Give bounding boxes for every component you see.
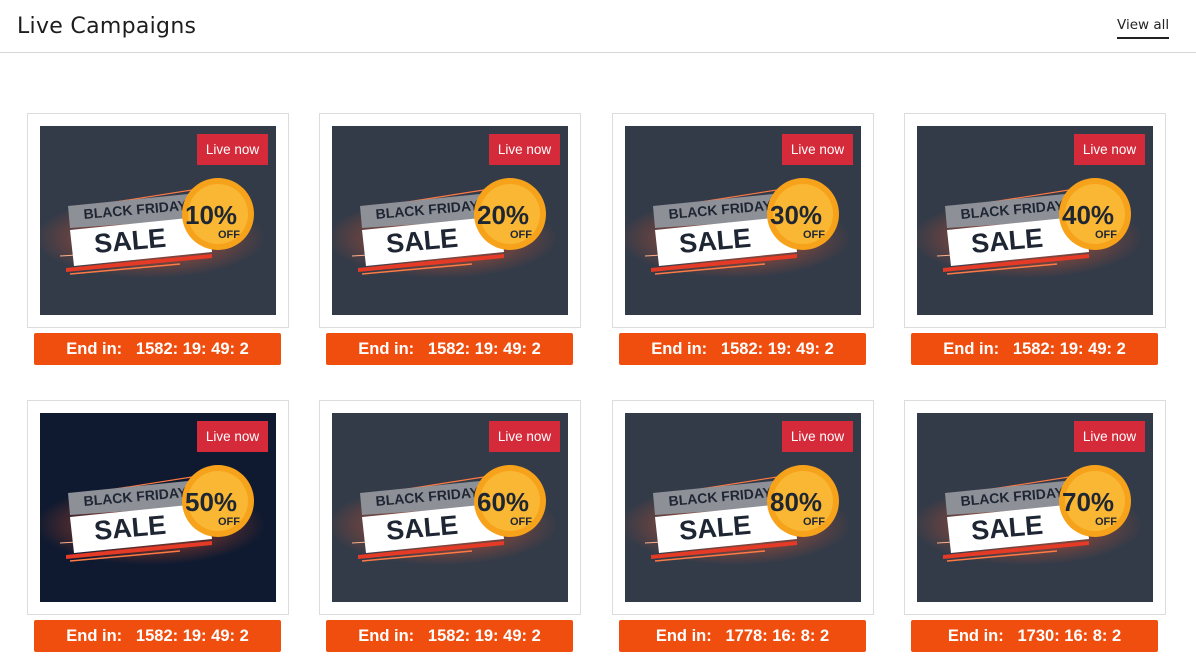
campaign-frame: BLACK FRIDAY SALE 20% OFF Live now (319, 113, 581, 328)
campaign-frame: BLACK FRIDAY SALE 80% OFF Live now (612, 400, 874, 615)
view-all-link[interactable]: View all (1117, 17, 1170, 39)
banner-line2-text: SALE (970, 223, 1044, 259)
timer-value: 1582: 19: 49: 2 (135, 627, 249, 645)
timer-label: End in: (358, 340, 415, 358)
banner-line2-text: SALE (678, 223, 752, 259)
live-now-badge[interactable]: Live now (197, 134, 268, 165)
timer-value: 1582: 19: 49: 2 (1012, 340, 1126, 358)
campaign-frame: BLACK FRIDAY SALE 70% OFF Live now (904, 400, 1166, 615)
discount-percent-text: 70% (1062, 487, 1114, 517)
campaign-banner-image[interactable]: BLACK FRIDAY SALE 60% OFF Live now (332, 413, 568, 602)
campaign-banner-image[interactable]: BLACK FRIDAY SALE 50% OFF Live now (40, 413, 276, 602)
timer-value: 1582: 19: 49: 2 (427, 340, 541, 358)
live-now-badge[interactable]: Live now (197, 421, 268, 452)
discount-percent-text: 60% (477, 487, 529, 517)
countdown-timer: End in: 1582: 19: 49: 2 (326, 620, 573, 652)
discount-percent-text: 40% (1062, 200, 1114, 230)
page-title: Live Campaigns (17, 14, 197, 39)
countdown-timer: End in: 1730: 16: 8: 2 (911, 620, 1158, 652)
countdown-timer: End in: 1582: 19: 49: 2 (619, 333, 866, 365)
live-now-badge[interactable]: Live now (782, 134, 853, 165)
timer-label: End in: (651, 340, 708, 358)
timer-value: 1778: 16: 8: 2 (725, 627, 830, 645)
campaign-frame: BLACK FRIDAY SALE 40% OFF Live now (904, 113, 1166, 328)
campaign-frame: BLACK FRIDAY SALE 60% OFF Live now (319, 400, 581, 615)
discount-off-text: OFF (803, 229, 825, 241)
discount-percent-text: 20% (477, 200, 529, 230)
discount-percent-text: 30% (770, 200, 822, 230)
banner-line2-text: SALE (970, 510, 1044, 546)
discount-percent-text: 50% (185, 487, 237, 517)
banner-line2-text: SALE (93, 223, 167, 259)
campaign-banner-image[interactable]: BLACK FRIDAY SALE 30% OFF Live now (625, 126, 861, 315)
timer-label: End in: (66, 627, 123, 645)
banner-line2-text: SALE (385, 510, 459, 546)
campaign-frame: BLACK FRIDAY SALE 30% OFF Live now (612, 113, 874, 328)
campaign-banner-image[interactable]: BLACK FRIDAY SALE 10% OFF Live now (40, 126, 276, 315)
timer-label: End in: (655, 627, 712, 645)
discount-off-text: OFF (510, 516, 532, 528)
discount-percent-text: 80% (770, 487, 822, 517)
live-now-badge[interactable]: Live now (489, 134, 560, 165)
live-now-badge[interactable]: Live now (782, 421, 853, 452)
timer-label: End in: (943, 340, 1000, 358)
discount-off-text: OFF (218, 516, 240, 528)
countdown-timer: End in: 1582: 19: 49: 2 (34, 620, 281, 652)
page-header: Live Campaigns View all (0, 0, 1196, 53)
countdown-timer: End in: 1582: 19: 49: 2 (911, 333, 1158, 365)
timer-label: End in: (66, 340, 123, 358)
timer-value: 1582: 19: 49: 2 (720, 340, 834, 358)
countdown-timer: End in: 1582: 19: 49: 2 (326, 333, 573, 365)
banner-line2-text: SALE (93, 510, 167, 546)
timer-label: End in: (358, 627, 415, 645)
campaign-banner-image[interactable]: BLACK FRIDAY SALE 80% OFF Live now (625, 413, 861, 602)
timer-value: 1730: 16: 8: 2 (1017, 627, 1122, 645)
campaign-frame: BLACK FRIDAY SALE 50% OFF Live now (27, 400, 289, 615)
campaign-frame: BLACK FRIDAY SALE 10% OFF Live now (27, 113, 289, 328)
campaign-banner-image[interactable]: BLACK FRIDAY SALE 20% OFF Live now (332, 126, 568, 315)
campaign-banner-image[interactable]: BLACK FRIDAY SALE 70% OFF Live now (917, 413, 1153, 602)
discount-off-text: OFF (1095, 516, 1117, 528)
discount-off-text: OFF (803, 516, 825, 528)
countdown-timer: End in: 1778: 16: 8: 2 (619, 620, 866, 652)
discount-off-text: OFF (1095, 229, 1117, 241)
timer-label: End in: (947, 627, 1004, 645)
discount-off-text: OFF (510, 229, 532, 241)
banner-line2-text: SALE (678, 510, 752, 546)
live-now-badge[interactable]: Live now (1074, 421, 1145, 452)
timer-value: 1582: 19: 49: 2 (135, 340, 249, 358)
banner-line2-text: SALE (385, 223, 459, 259)
discount-off-text: OFF (218, 229, 240, 241)
timer-value: 1582: 19: 49: 2 (427, 627, 541, 645)
live-now-badge[interactable]: Live now (1074, 134, 1145, 165)
discount-percent-text: 10% (185, 200, 237, 230)
campaign-banner-image[interactable]: BLACK FRIDAY SALE 40% OFF Live now (917, 126, 1153, 315)
live-now-badge[interactable]: Live now (489, 421, 560, 452)
countdown-timer: End in: 1582: 19: 49: 2 (34, 333, 281, 365)
